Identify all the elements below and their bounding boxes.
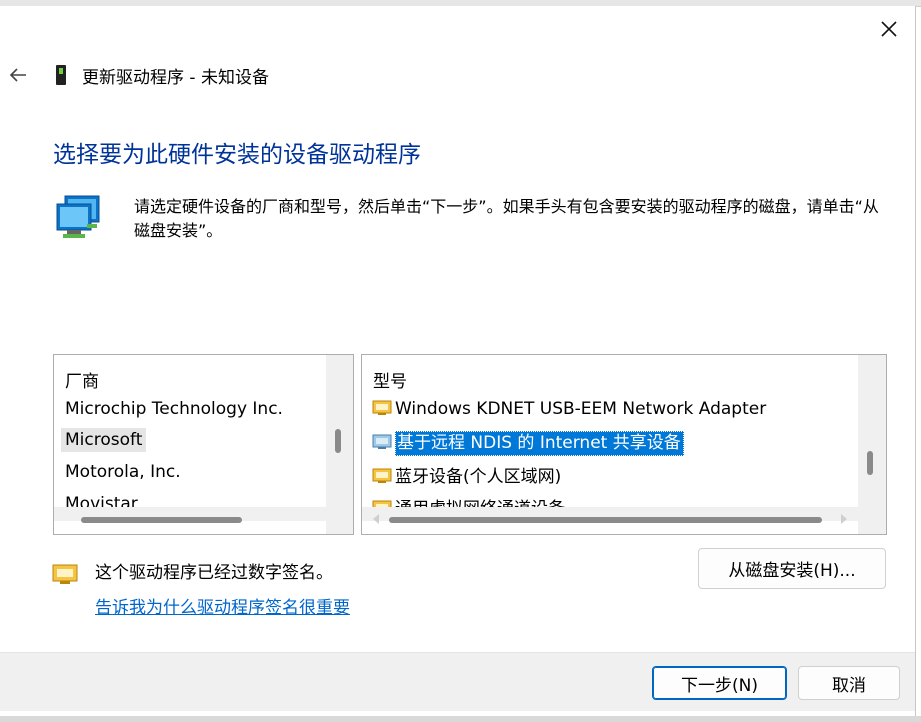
model-vertical-scrollbar[interactable] (858, 355, 886, 534)
manufacturer-list-header: 厂商 (65, 372, 99, 392)
signature-status-text: 这个驱动程序已经过数字签名。 (95, 563, 333, 583)
page-heading: 选择要为此硬件安装的设备驱动程序 (53, 142, 421, 168)
scroll-right-arrow-icon[interactable] (840, 514, 848, 524)
manufacturer-vertical-scroll-thumb[interactable] (335, 429, 341, 453)
driver-icon (372, 468, 392, 483)
manufacturer-item[interactable]: Motorola, Inc. (65, 462, 181, 482)
next-button[interactable]: 下一步(N) (652, 666, 787, 700)
model-item[interactable]: 蓝牙设备(个人区域网) (372, 462, 561, 487)
model-item-selected[interactable]: 基于远程 NDIS 的 Internet 共享设备 (372, 428, 684, 456)
manufacturer-listbox[interactable]: 厂商 Microchip Technology Inc. Microsoft M… (53, 354, 354, 535)
manufacturer-item-selected[interactable]: Microsoft (61, 428, 147, 452)
model-item-label: 基于远程 NDIS 的 Internet 共享设备 (395, 431, 684, 456)
instructions-text: 请选定硬件设备的厂商和型号，然后单击“下一步”。如果手头有包含要安装的驱动程序的… (134, 197, 879, 240)
manufacturer-horizontal-scroll-thumb[interactable] (81, 517, 242, 523)
background-strip (0, 716, 921, 722)
window-title: 更新驱动程序 - 未知设备 (82, 68, 269, 88)
close-button[interactable] (872, 12, 906, 46)
network-adapter-icon (56, 195, 100, 238)
model-item-label: 蓝牙设备(个人区域网) (395, 467, 562, 487)
have-disk-button[interactable]: 从磁盘安装(H)... (698, 548, 886, 589)
driver-icon (372, 434, 392, 449)
manufacturer-item[interactable]: Microchip Technology Inc. (65, 399, 283, 419)
cancel-button[interactable]: 取消 (798, 666, 900, 700)
close-icon (881, 21, 897, 37)
back-arrow-icon (9, 68, 26, 82)
back-button[interactable] (3, 60, 33, 90)
signature-info-link[interactable]: 告诉我为什么驱动程序签名很重要 (95, 593, 350, 618)
model-list-header: 型号 (373, 372, 407, 392)
model-listbox[interactable]: 型号 Windows KDNET USB-EEM Network Adapter… (361, 354, 887, 535)
signed-driver-icon (52, 564, 78, 584)
driver-icon (372, 400, 392, 415)
model-item[interactable]: Windows KDNET USB-EEM Network Adapter (372, 399, 766, 419)
scroll-left-arrow-icon[interactable] (372, 514, 380, 524)
model-horizontal-scroll-thumb[interactable] (389, 517, 822, 523)
device-icon (56, 65, 66, 85)
model-vertical-scroll-thumb[interactable] (867, 451, 873, 475)
model-item-label: Windows KDNET USB-EEM Network Adapter (395, 399, 767, 419)
